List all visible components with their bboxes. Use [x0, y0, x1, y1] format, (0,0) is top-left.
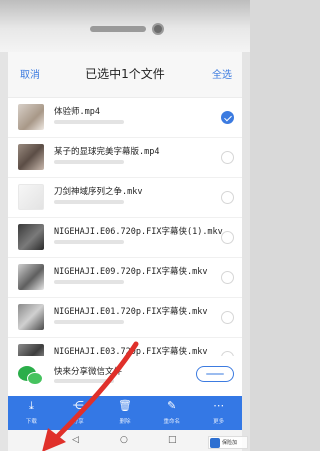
file-meta — [54, 240, 124, 244]
file-meta — [54, 120, 124, 124]
select-all-button[interactable]: 全选 — [212, 66, 232, 81]
speaker-grill — [90, 26, 146, 32]
more-label: 更多 — [213, 419, 225, 425]
file-name: NIGEHAJI.E06.720p.FIX字幕侠(1).mkv — [54, 227, 223, 237]
file-name: NIGEHAJI.E09.720p.FIX字幕侠.mkv — [54, 267, 208, 277]
list-item[interactable]: 体验师.mp4 — [8, 98, 242, 138]
phone-frame: 取消 已选中1个文件 全选 体验师.mp4 某子的显球完美字幕版.mp4 刀剑神… — [0, 0, 250, 451]
video-thumbnail — [18, 304, 44, 330]
file-meta — [54, 200, 124, 204]
file-list: 体验师.mp4 某子的显球完美字幕版.mp4 刀剑神域序列之争.mkv NIGE… — [8, 98, 242, 378]
list-item[interactable]: 刀剑神域序列之争.mkv — [8, 178, 242, 218]
rename-button[interactable]: ✎ 重命名 — [148, 396, 195, 430]
file-name: 体验师.mp4 — [54, 107, 100, 117]
video-thumbnail — [18, 104, 44, 130]
page-title: 已选中1个文件 — [85, 67, 165, 81]
file-name: 刀剑神域序列之争.mkv — [54, 187, 143, 197]
wechat-share-button[interactable] — [196, 366, 234, 382]
select-checkbox[interactable] — [221, 311, 234, 324]
select-checkbox[interactable] — [221, 231, 234, 244]
video-thumbnail — [18, 264, 44, 290]
recent-apps-icon[interactable]: □ — [168, 434, 177, 446]
file-name: 某子的显球完美字幕版.mp4 — [54, 147, 160, 157]
annotation-arrow-icon — [42, 341, 139, 451]
front-camera — [152, 23, 164, 35]
video-thumbnail — [18, 224, 44, 250]
app-screen: 取消 已选中1个文件 全选 体验师.mp4 某子的显球完美字幕版.mp4 刀剑神… — [8, 52, 242, 451]
file-meta — [54, 280, 124, 284]
watermark-text: 保险加 — [222, 440, 238, 446]
file-name: NIGEHAJI.E01.720p.FIX字幕侠.mkv — [54, 307, 208, 317]
video-thumbnail — [18, 184, 44, 210]
select-checkbox[interactable] — [221, 191, 234, 204]
rename-label: 重命名 — [163, 419, 181, 425]
list-item[interactable]: NIGEHAJI.E06.720p.FIX字幕侠(1).mkv — [8, 218, 242, 258]
more-button[interactable]: ⋯ 更多 — [195, 396, 242, 430]
file-meta — [54, 160, 124, 164]
site-watermark: 保险加 — [208, 436, 248, 449]
list-item[interactable]: 某子的显球完美字幕版.mp4 — [8, 138, 242, 178]
select-checkbox[interactable] — [221, 151, 234, 164]
video-thumbnail — [18, 144, 44, 170]
phone-bezel — [0, 0, 250, 52]
selection-header: 取消 已选中1个文件 全选 — [8, 52, 242, 98]
select-checkbox[interactable] — [221, 111, 234, 124]
watermark-logo-icon — [210, 438, 220, 448]
select-checkbox[interactable] — [221, 271, 234, 284]
list-item[interactable]: NIGEHAJI.E09.720p.FIX字幕侠.mkv — [8, 258, 242, 298]
file-meta — [54, 320, 124, 324]
list-item[interactable]: NIGEHAJI.E01.720p.FIX字幕侠.mkv — [8, 298, 242, 338]
rename-icon: ✎ — [167, 399, 177, 412]
more-icon: ⋯ — [213, 399, 225, 412]
